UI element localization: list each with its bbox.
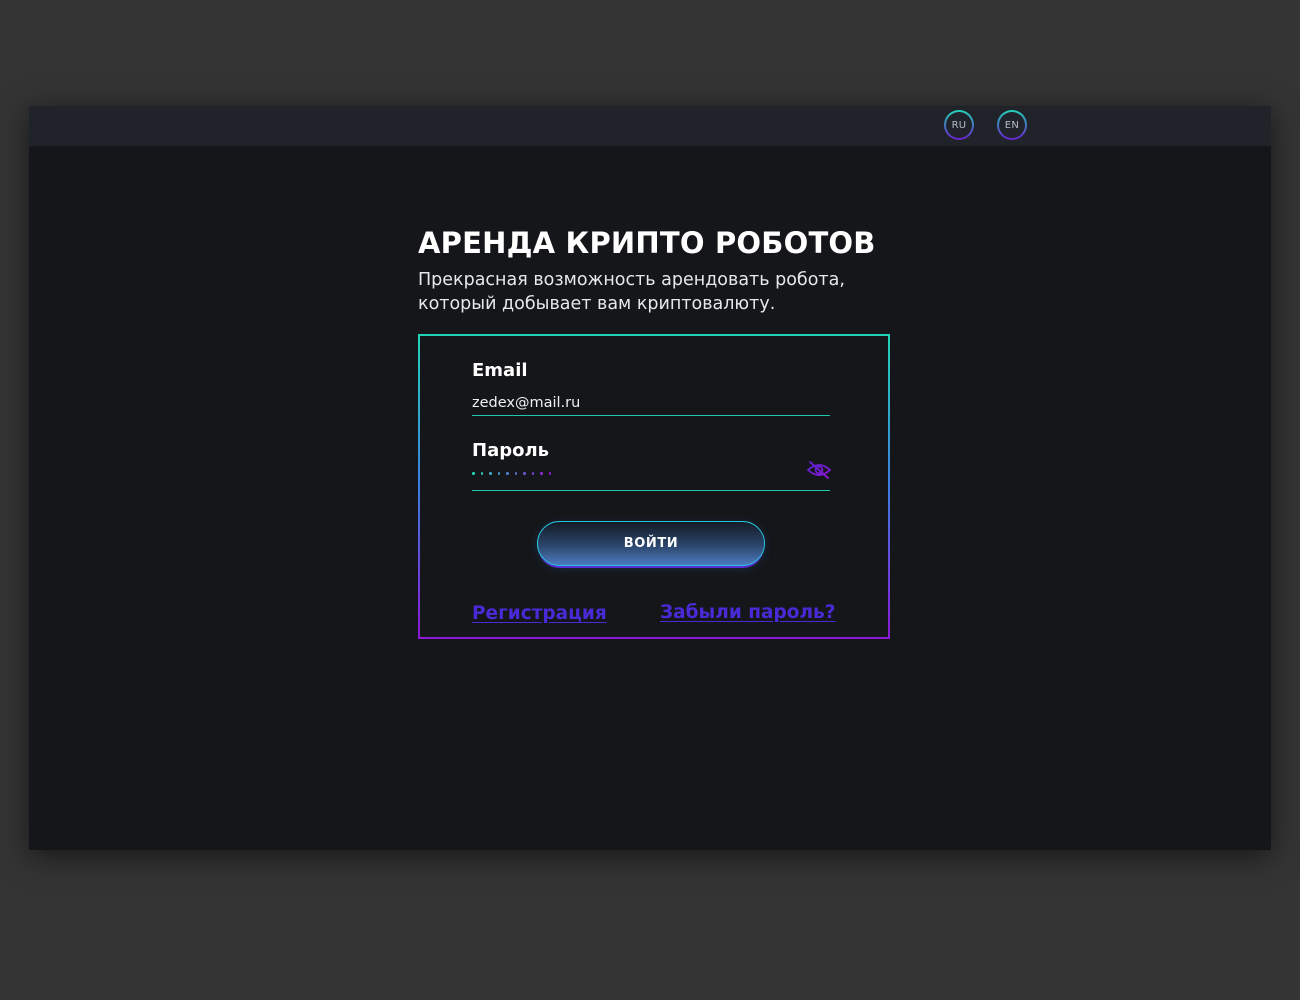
top-bar: RU EN bbox=[29, 106, 1271, 146]
email-label: Email bbox=[472, 360, 528, 381]
app-window: RU EN АРЕНДА КРИПТО РОБОТОВ Прекрасная в… bbox=[29, 106, 1271, 850]
login-button[interactable]: ВОЙТИ bbox=[537, 521, 765, 566]
page-title: АРЕНДА КРИПТО РОБОТОВ bbox=[418, 226, 876, 260]
page-subtitle: Прекрасная возможность арендовать робота… bbox=[418, 268, 918, 316]
language-ru-button[interactable]: RU bbox=[944, 110, 974, 140]
language-en-button[interactable]: EN bbox=[997, 110, 1027, 140]
email-field[interactable] bbox=[472, 393, 830, 416]
password-field[interactable] bbox=[472, 462, 830, 491]
forgot-password-link[interactable]: Забыли пароль? bbox=[660, 602, 835, 623]
subtitle-line-2: который добывает вам криптовалюту. bbox=[418, 294, 776, 314]
eye-slash-icon[interactable] bbox=[806, 460, 832, 480]
login-form: Email Пароль ВОЙТИ Регистрация Забыли па… bbox=[418, 334, 890, 639]
password-label: Пароль bbox=[472, 440, 550, 461]
subtitle-line-1: Прекрасная возможность арендовать робота… bbox=[418, 270, 845, 290]
register-link[interactable]: Регистрация bbox=[472, 603, 607, 624]
